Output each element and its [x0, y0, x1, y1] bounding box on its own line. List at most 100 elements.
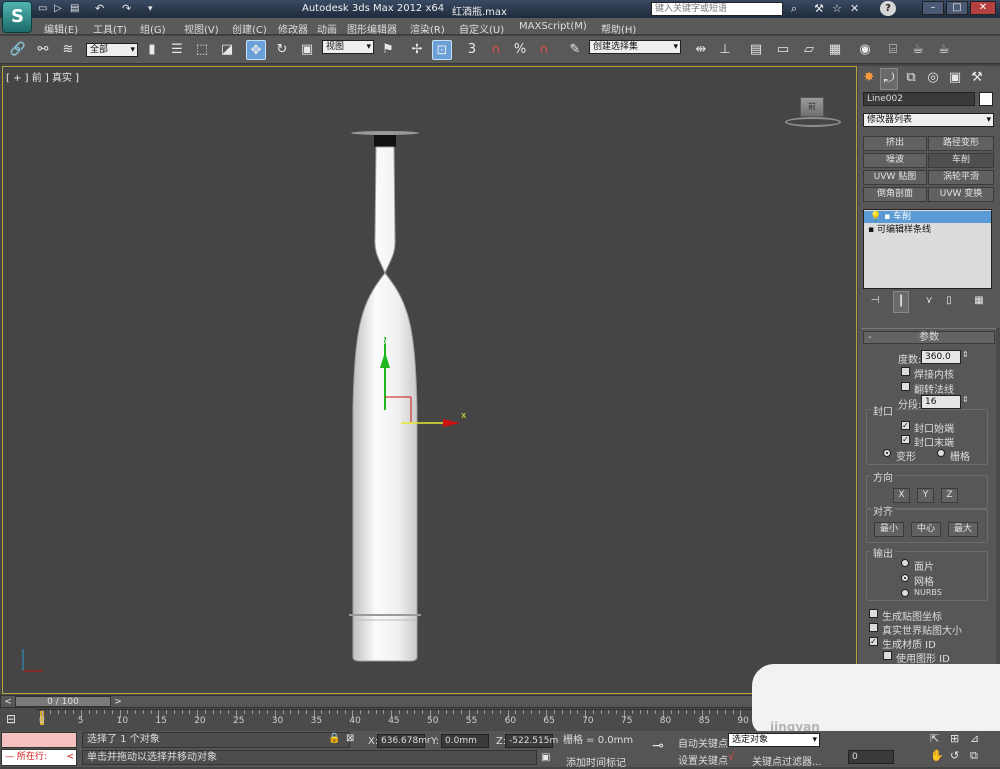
output-mesh-radio[interactable]	[901, 574, 909, 582]
menu-modifiers[interactable]: 修改器	[278, 21, 308, 36]
menu-rendering[interactable]: 渲染(R)	[410, 21, 445, 36]
menu-help[interactable]: 帮助(H)	[601, 21, 636, 36]
configure-sets-icon[interactable]: ▦	[971, 291, 987, 311]
menu-edit[interactable]: 编辑(E)	[44, 21, 78, 36]
align-min-button[interactable]: 最小	[874, 522, 904, 537]
current-frame-field[interactable]: 0	[848, 750, 894, 764]
select-manipulate-icon[interactable]: ✢	[407, 40, 427, 60]
real-world-checkbox[interactable]	[869, 623, 878, 632]
stack-item-lathe[interactable]: 💡 ▪ 车削	[864, 211, 991, 223]
segments-spinner-icon[interactable]: ⇕	[962, 390, 969, 410]
angle-snap-icon[interactable]: ∩	[486, 40, 506, 60]
save-file-icon[interactable]: ▤	[70, 0, 79, 19]
communication-center-icon[interactable]: ⚒	[814, 0, 824, 19]
favorites-star-icon[interactable]: ☆	[832, 0, 842, 19]
dir-z-button[interactable]: Z	[941, 488, 958, 503]
link-icon[interactable]: 🔗	[8, 40, 28, 60]
menu-graph-editors[interactable]: 图形编辑器	[347, 21, 397, 36]
time-tag-icon[interactable]: ▣	[541, 748, 550, 768]
percent-snap-icon[interactable]: %	[510, 40, 530, 60]
mod-btn-turbosmooth[interactable]: 涡轮平滑	[928, 170, 994, 185]
keyboard-shortcut-icon[interactable]: ⊡	[432, 40, 452, 60]
output-nurbs-radio[interactable]	[901, 589, 909, 597]
z-coord-field[interactable]: -522.515m	[505, 734, 558, 748]
mod-btn-extrude[interactable]: 挤出	[863, 136, 927, 151]
named-selection-dropdown[interactable]: 创建选择集	[589, 40, 681, 54]
menu-views[interactable]: 视图(V)	[184, 21, 219, 36]
rollout-header[interactable]: - 参数	[863, 331, 995, 344]
align-icon[interactable]: ⊥	[715, 40, 735, 60]
x-coord-field[interactable]: 636.678mr	[377, 734, 431, 748]
mod-btn-bevel-profile[interactable]: 倒角剖面	[863, 187, 927, 202]
edit-named-selection-icon[interactable]: ✎	[565, 40, 585, 60]
quick-access-dropdown-icon[interactable]: ▾	[148, 0, 153, 19]
binoculars-icon[interactable]: ⌕	[791, 0, 797, 19]
open-file-icon[interactable]: ▷	[54, 0, 62, 19]
cap-end-checkbox[interactable]: ✓	[901, 435, 910, 444]
mod-btn-path-deform[interactable]: 路径变形	[928, 136, 994, 151]
rect-selection-icon[interactable]: ⬚	[192, 40, 212, 60]
window-crossing-icon[interactable]: ◪	[217, 40, 237, 60]
layer-manager-icon[interactable]: ▤	[746, 40, 766, 60]
create-tab-icon[interactable]: ✸	[860, 68, 878, 88]
front-viewport[interactable]: [ + ] 前 ] 真实 ] 前 y x	[2, 66, 857, 694]
help-button[interactable]: ?	[880, 1, 896, 16]
minimize-button[interactable]: –	[922, 1, 944, 15]
dir-x-button[interactable]: X	[893, 488, 910, 503]
schematic-view-icon[interactable]: ▦	[825, 40, 845, 60]
stack-item-editable-spline[interactable]: ▪ 可编辑样条线	[864, 224, 991, 236]
mod-btn-uvw-map[interactable]: UVW 贴图	[863, 170, 927, 185]
menu-create[interactable]: 创建(C)	[232, 21, 267, 36]
mini-curve-editor-icon[interactable]: ⊟	[6, 709, 16, 729]
menu-customize[interactable]: 自定义(U)	[459, 21, 504, 36]
align-max-button[interactable]: 最大	[948, 522, 978, 537]
utilities-tab-icon[interactable]: ⚒	[968, 68, 986, 88]
undo-icon[interactable]: ↶	[95, 0, 104, 19]
select-rotate-icon[interactable]: ↻	[272, 40, 292, 60]
selection-filter-dropdown[interactable]: 全部	[86, 43, 138, 57]
time-slider[interactable]: < 0 / 100 >	[0, 695, 755, 708]
mirror-icon[interactable]: ⇹	[691, 40, 711, 60]
remove-modifier-icon[interactable]: ▯	[941, 291, 957, 311]
curve-editor-icon[interactable]: ▱	[799, 40, 819, 60]
orbit-icon[interactable]: ↺	[950, 746, 959, 766]
panel-scrollbar[interactable]	[996, 328, 1000, 694]
render-production-icon[interactable]: ☕	[934, 40, 954, 60]
search-input[interactable]: 键入关键字或短语	[651, 2, 783, 16]
cap-start-checkbox[interactable]: ✓	[901, 421, 910, 430]
menu-animation[interactable]: 动画	[317, 21, 337, 36]
set-key-button[interactable]: 设置关键点	[678, 752, 728, 767]
select-move-icon[interactable]: ✥	[246, 40, 266, 60]
mod-btn-uvw-xform[interactable]: UVW 变换	[928, 187, 994, 202]
close-search-icon[interactable]: ✕	[850, 0, 859, 19]
pan-icon[interactable]: ✋	[930, 746, 944, 766]
mod-btn-lathe[interactable]: 车削	[928, 153, 994, 168]
max-logo-icon[interactable]: S	[2, 1, 32, 33]
render-setup-icon[interactable]: ⌸	[883, 40, 903, 60]
bind-space-warp-icon[interactable]: ≋	[58, 40, 78, 60]
absolute-mode-icon[interactable]: ⊠	[346, 729, 354, 749]
show-end-result-icon[interactable]: ┃	[893, 291, 909, 313]
degrees-field[interactable]: 360.0	[921, 350, 961, 364]
maxscript-mini[interactable]: — 所在行: <	[1, 749, 77, 766]
pin-stack-icon[interactable]: ⊣	[867, 291, 883, 311]
key-mode-dropdown[interactable]: 选定对象	[728, 733, 820, 747]
menu-maxscript[interactable]: MAXScript(M)	[519, 21, 587, 32]
object-color-swatch[interactable]	[979, 92, 993, 106]
key-filters-button[interactable]: 关键点过滤器...	[752, 753, 822, 768]
cap-morph-radio[interactable]	[883, 449, 891, 457]
render-frame-icon[interactable]: ☕	[908, 40, 928, 60]
maximize-viewport-icon[interactable]: ⧉	[970, 746, 978, 766]
material-editor-icon[interactable]: ◉	[855, 40, 875, 60]
graphite-ribbon-icon[interactable]: ▭	[773, 40, 793, 60]
output-patch-radio[interactable]	[901, 559, 909, 567]
new-file-icon[interactable]: ▭	[38, 0, 47, 19]
object-name-field[interactable]: Line002	[863, 92, 975, 106]
lock-selection-icon[interactable]: 🔒	[328, 729, 340, 749]
motion-tab-icon[interactable]: ◎	[924, 68, 942, 88]
select-scale-icon[interactable]: ▣	[297, 40, 317, 60]
maximize-button[interactable]: □	[946, 1, 968, 15]
bottle-model[interactable]	[3, 67, 858, 695]
close-button[interactable]: ✕	[970, 1, 996, 15]
spinner-snap-icon[interactable]: ∩	[534, 40, 554, 60]
